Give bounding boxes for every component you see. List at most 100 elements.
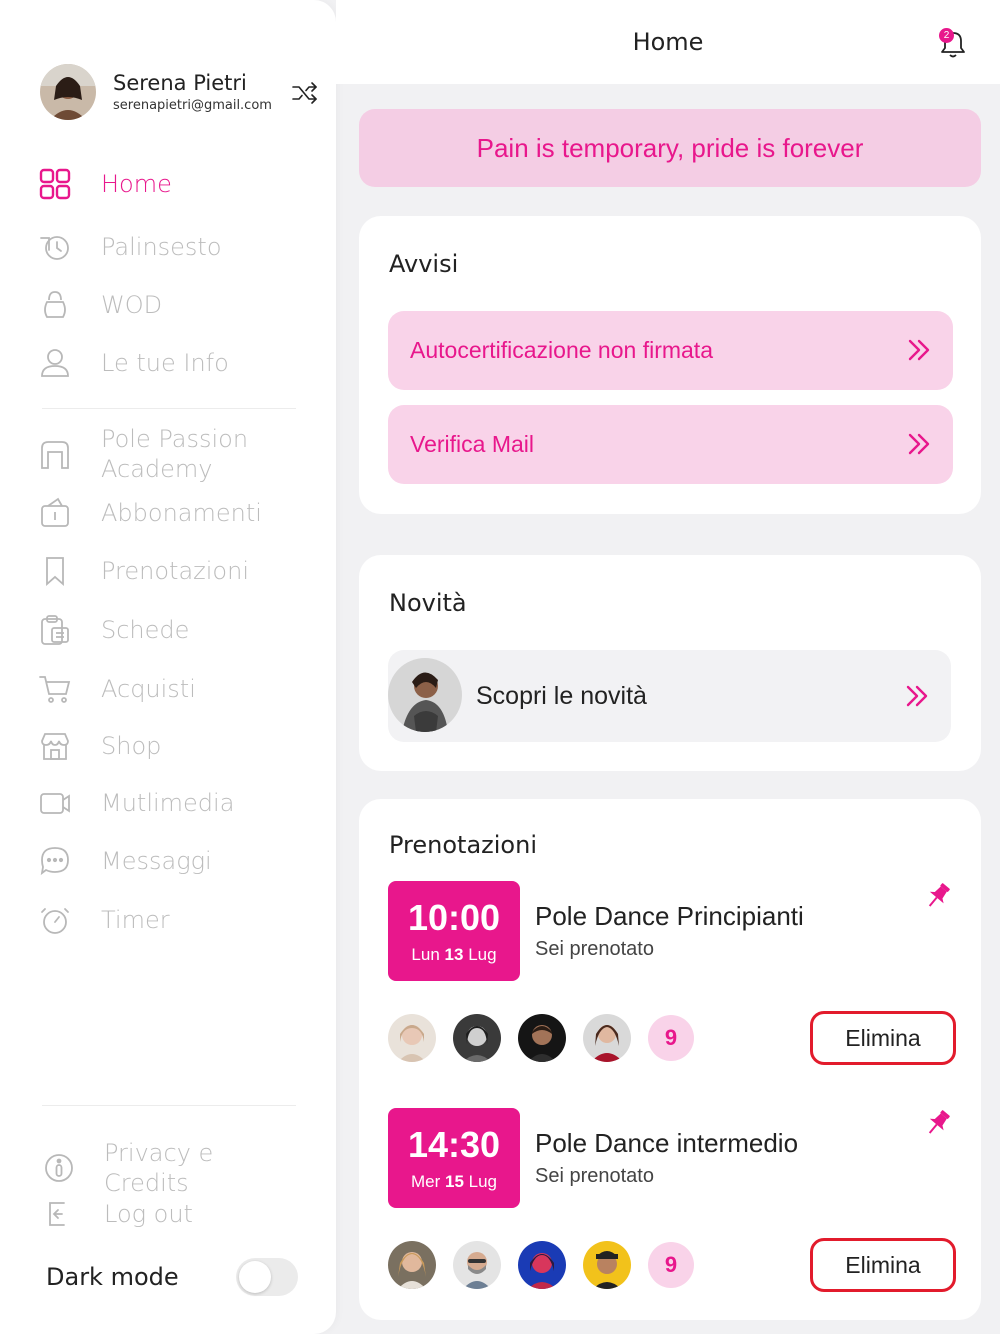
booking-item: 10:00 Lun 13 Lug Pole Dance Principianti…: [388, 881, 956, 1081]
double-chevron-right-icon: [905, 684, 929, 708]
notice-label: Autocertificazione non firmata: [410, 337, 713, 363]
clipboard-icon: [38, 613, 72, 647]
attendee-avatar: [583, 1241, 631, 1289]
news-link[interactable]: Scopri le novità: [388, 650, 951, 742]
chat-icon: [38, 844, 72, 878]
avvisi-title: Avvisi: [389, 250, 459, 278]
sidebar-item-timer[interactable]: Timer: [38, 903, 298, 937]
sidebar-item-label: Log out: [104, 1200, 193, 1228]
sidebar-item-logout[interactable]: Log out: [38, 1197, 298, 1231]
booking-time: 14:30: [407, 1124, 501, 1165]
double-chevron-right-icon: [907, 432, 931, 456]
grid-icon: [38, 167, 72, 201]
sidebar-item-label: Abbonamenti: [101, 499, 262, 527]
sidebar-item-palinsesto[interactable]: Palinsesto: [38, 230, 298, 264]
dark-mode-label: Dark mode: [46, 1263, 179, 1291]
sidebar-item-label: Shop: [101, 732, 162, 760]
profile[interactable]: Serena Pietri serenapietri@gmail.com: [40, 64, 320, 120]
sidebar-item-abbonamenti[interactable]: Abbonamenti: [38, 496, 298, 530]
timer-icon: [38, 903, 72, 937]
sidebar-item-info[interactable]: Le tue Info: [38, 346, 298, 380]
novita-title: Novità: [389, 589, 467, 617]
sidebar-item-schede[interactable]: Schede: [38, 613, 298, 647]
sidebar-item-acquisti[interactable]: Acquisti: [38, 672, 298, 706]
attendee-avatar: [518, 1241, 566, 1289]
delete-booking-button[interactable]: Elimina: [810, 1238, 956, 1292]
notice-item[interactable]: Autocertificazione non firmata: [388, 311, 953, 390]
booking-time: 10:00: [407, 897, 501, 938]
dark-mode-toggle[interactable]: [236, 1258, 298, 1296]
double-chevron-right-icon: [907, 338, 931, 362]
attendee-avatar: [388, 1241, 436, 1289]
prenotazioni-title: Prenotazioni: [389, 831, 537, 859]
sidebar-item-label: Le tue Info: [101, 349, 229, 377]
sidebar-item-label: Prenotazioni: [101, 557, 249, 585]
sidebar-item-multimedia[interactable]: Mutlimedia: [38, 786, 298, 820]
motivational-quote: Pain is temporary, pride is forever: [359, 109, 981, 187]
divider: [42, 408, 296, 409]
sidebar-item-label: Acquisti: [101, 675, 196, 703]
attendee-avatar: [583, 1014, 631, 1062]
attendee-avatar: [453, 1241, 501, 1289]
kettlebell-icon: [38, 288, 72, 322]
sidebar-item-messaggi[interactable]: Messaggi: [38, 844, 298, 878]
subscription-icon: [38, 496, 72, 530]
logout-icon: [42, 1197, 76, 1231]
profile-email: serenapietri@gmail.com: [113, 98, 272, 113]
novita-card: Novità Scopri le novità: [359, 555, 981, 771]
top-bar: Home 2: [336, 0, 1000, 84]
sidebar-item-privacy[interactable]: Privacy e Credits: [38, 1138, 298, 1198]
booking-item: 14:30 Mer 15 Lug Pole Dance intermedio S…: [388, 1108, 956, 1308]
toggle-knob: [239, 1261, 271, 1293]
info-icon: [42, 1151, 76, 1185]
pin-icon[interactable]: [923, 881, 953, 911]
notice-item[interactable]: Verifica Mail: [388, 405, 953, 484]
bookmark-icon: [38, 554, 72, 588]
sidebar-item-label: Mutlimedia: [101, 789, 235, 817]
gym-icon: [38, 438, 72, 472]
sidebar-item-label: Timer: [101, 906, 170, 934]
sidebar-item-label: Pole Passion Academy: [101, 425, 249, 483]
attendee-avatar: [388, 1014, 436, 1062]
booking-date: Mer 15 Lug: [410, 1172, 498, 1191]
booking-status: Sei prenotato: [535, 1165, 654, 1187]
booking-title: Pole Dance Principianti: [535, 901, 804, 931]
attendee-avatar: [518, 1014, 566, 1062]
store-icon: [38, 729, 72, 763]
sidebar-item-label: Messaggi: [101, 847, 212, 875]
divider: [42, 1105, 296, 1106]
sidebar-item-label: Palinsesto: [101, 233, 222, 261]
history-icon: [38, 230, 72, 264]
sidebar-item-home[interactable]: Home: [38, 167, 298, 201]
sidebar-item-label: Home: [101, 170, 172, 198]
sidebar-item-label: Schede: [101, 616, 190, 644]
video-icon: [38, 786, 72, 820]
sidebar: Serena Pietri serenapietri@gmail.com Hom…: [0, 0, 336, 1334]
avatar: [40, 64, 96, 120]
attendee-count-badge[interactable]: 9: [648, 1242, 694, 1288]
attendees-list: 9: [388, 1014, 694, 1062]
delete-booking-button[interactable]: Elimina: [810, 1011, 956, 1065]
notification-badge: 2: [939, 28, 954, 43]
pin-icon[interactable]: [923, 1108, 953, 1138]
sidebar-item-wod[interactable]: WOD: [38, 288, 298, 322]
sidebar-item-shop[interactable]: Shop: [38, 729, 298, 763]
page-title: Home: [632, 28, 704, 56]
avvisi-card: Avvisi Autocertificazione non firmata Ve…: [359, 216, 981, 514]
booking-title: Pole Dance intermedio: [535, 1128, 799, 1158]
booking-time-box: 10:00 Lun 13 Lug: [388, 881, 520, 981]
shuffle-icon[interactable]: [290, 78, 320, 108]
notice-label: Verifica Mail: [410, 431, 534, 457]
news-thumbnail: [388, 658, 462, 732]
sidebar-item-prenotazioni[interactable]: Prenotazioni: [38, 554, 298, 588]
sidebar-item-label: Privacy e Credits: [104, 1139, 214, 1197]
booking-time-box: 14:30 Mer 15 Lug: [388, 1108, 520, 1208]
attendee-avatar: [453, 1014, 501, 1062]
sidebar-item-academy[interactable]: Pole Passion Academy: [38, 424, 298, 484]
dark-mode-row: Dark mode: [46, 1258, 298, 1296]
cart-icon: [38, 672, 72, 706]
attendee-count-badge[interactable]: 9: [648, 1015, 694, 1061]
user-icon: [38, 346, 72, 380]
prenotazioni-card: Prenotazioni 10:00 Lun 13 Lug Pole Dance…: [359, 799, 981, 1320]
sidebar-item-label: WOD: [101, 291, 163, 319]
